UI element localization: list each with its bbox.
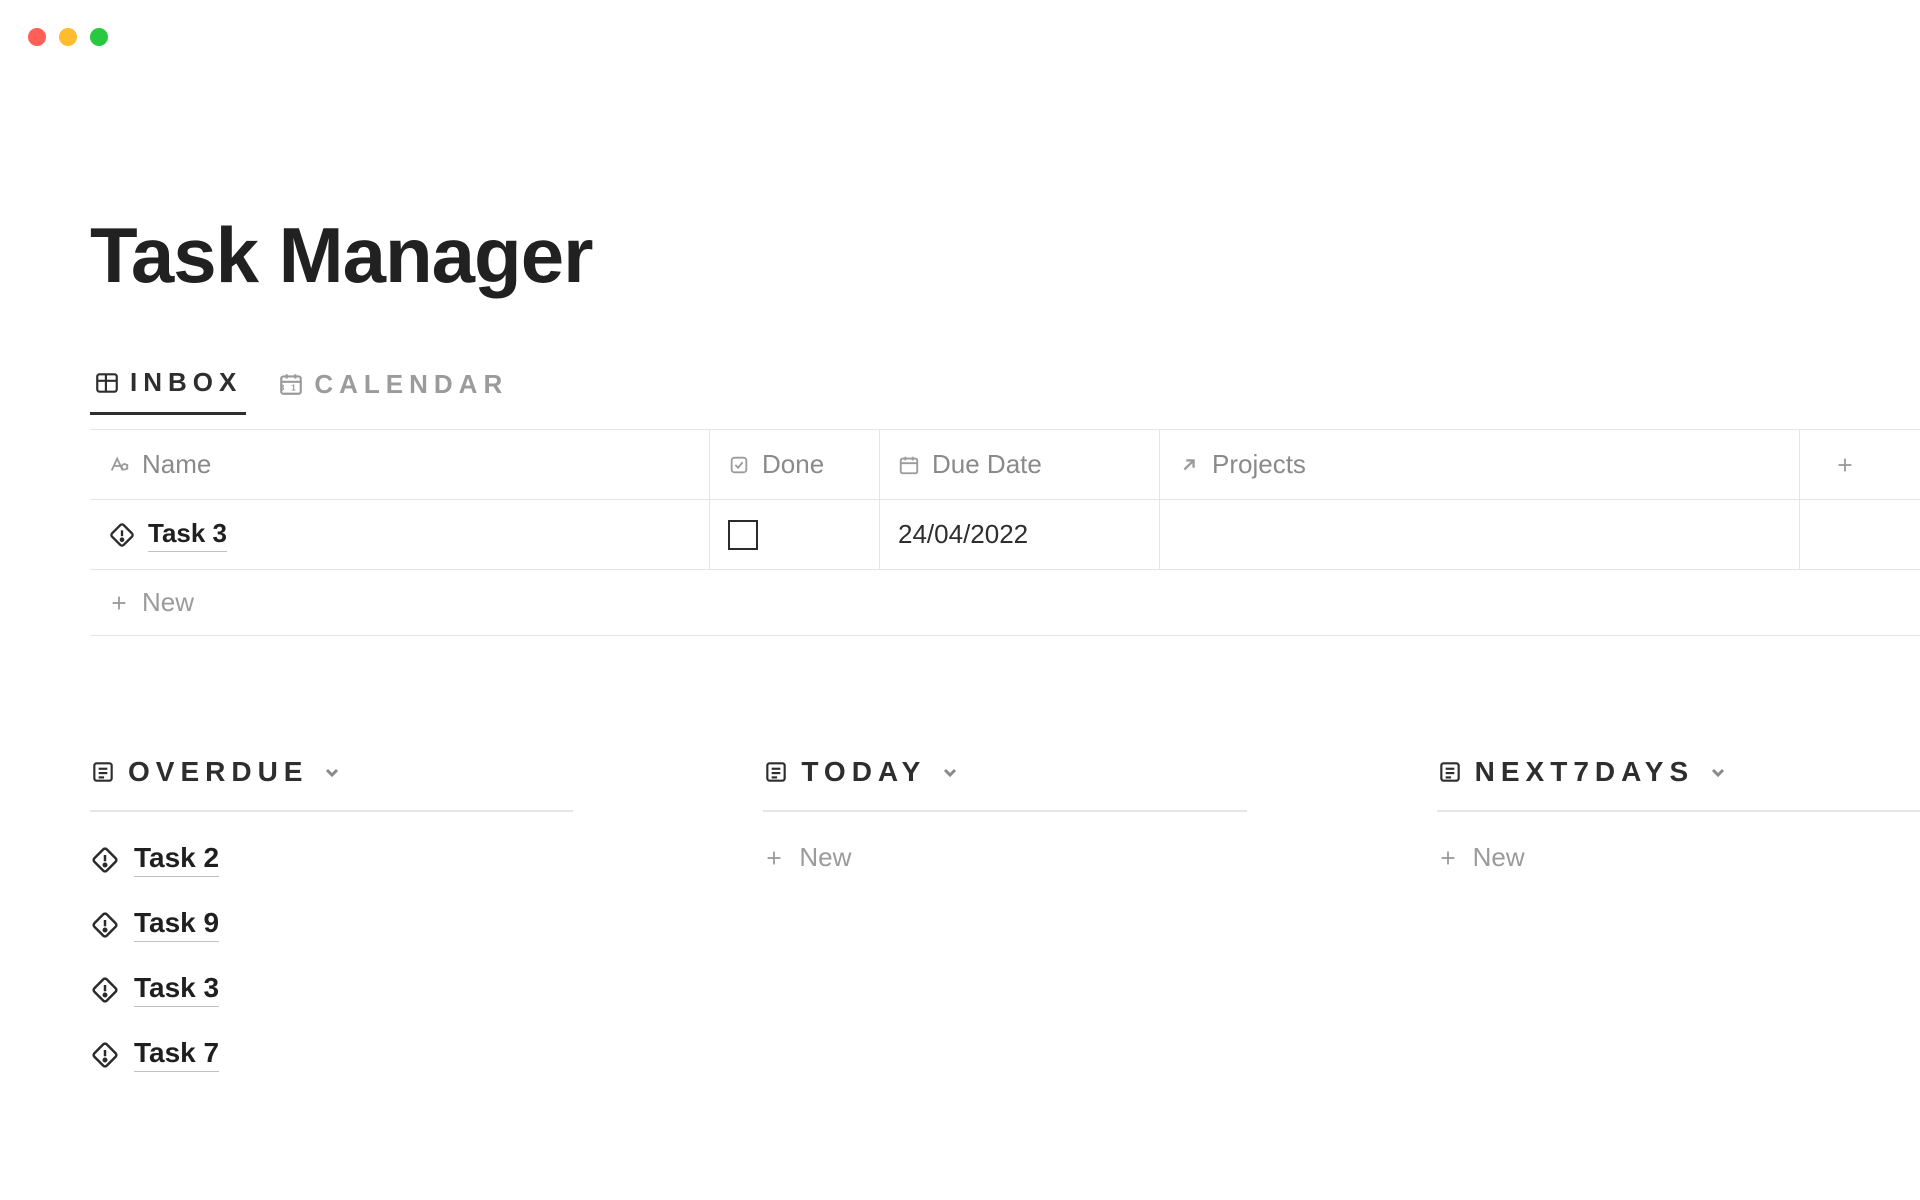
cell-projects[interactable] <box>1160 500 1800 569</box>
task-icon <box>90 910 120 940</box>
tab-calendar-label: CALENDAR <box>314 369 508 400</box>
column-header-due-label: Due Date <box>932 449 1042 480</box>
new-row-label: New <box>142 587 194 618</box>
board-overdue: OVERDUE Task 2 <box>90 756 573 1072</box>
column-header-name[interactable]: Name <box>90 430 710 499</box>
task-icon <box>90 975 120 1005</box>
text-icon <box>108 454 130 476</box>
task-name[interactable]: Task 9 <box>134 907 219 942</box>
board-today-header[interactable]: TODAY <box>763 756 1246 812</box>
list-item[interactable]: Task 7 <box>90 1037 573 1072</box>
task-name[interactable]: Task 7 <box>134 1037 219 1072</box>
plus-icon <box>108 592 130 614</box>
inbox-table: Name Done D <box>90 429 1920 636</box>
date-icon <box>898 454 920 476</box>
due-date-value: 24/04/2022 <box>898 519 1028 550</box>
window-close-button[interactable] <box>28 28 46 46</box>
calendar-icon: 31 <box>278 371 304 397</box>
list-icon <box>1437 759 1463 785</box>
board-next7days-new[interactable]: New <box>1437 842 1920 873</box>
board-overdue-list: Task 2 Task 9 <box>90 842 573 1072</box>
done-checkbox[interactable] <box>728 520 758 550</box>
cell-trailing <box>1800 500 1890 569</box>
checkbox-icon <box>728 454 750 476</box>
column-header-done-label: Done <box>762 449 824 480</box>
task-icon <box>108 521 136 549</box>
task-name[interactable]: Task 3 <box>134 972 219 1007</box>
boards: OVERDUE Task 2 <box>90 756 1920 1072</box>
window-minimize-button[interactable] <box>59 28 77 46</box>
tab-inbox[interactable]: INBOX <box>90 361 246 415</box>
board-next7days-title: NEXT7DAYS <box>1475 756 1694 788</box>
board-next7days: NEXT7DAYS New <box>1437 756 1920 1072</box>
window-controls <box>28 28 108 46</box>
board-today: TODAY New <box>763 756 1246 1072</box>
list-item[interactable]: Task 9 <box>90 907 573 942</box>
add-column-button[interactable] <box>1800 430 1890 499</box>
list-icon <box>90 759 116 785</box>
list-item[interactable]: Task 2 <box>90 842 573 877</box>
board-today-title: TODAY <box>801 756 926 788</box>
board-next7days-header[interactable]: NEXT7DAYS <box>1437 756 1920 812</box>
new-row-button[interactable]: New <box>90 570 1920 636</box>
plus-icon <box>1437 847 1459 869</box>
column-header-done[interactable]: Done <box>710 430 880 499</box>
cell-name[interactable]: Task 3 <box>90 500 710 569</box>
column-header-name-label: Name <box>142 449 211 480</box>
chevron-down-icon <box>320 760 344 784</box>
cell-due[interactable]: 24/04/2022 <box>880 500 1160 569</box>
column-header-projects-label: Projects <box>1212 449 1306 480</box>
chevron-down-icon <box>1706 760 1730 784</box>
page-title: Task Manager <box>90 210 1920 301</box>
plus-icon <box>763 847 785 869</box>
chevron-down-icon <box>938 760 962 784</box>
task-icon <box>90 1040 120 1070</box>
board-overdue-title: OVERDUE <box>128 756 308 788</box>
list-icon <box>763 759 789 785</box>
task-name[interactable]: Task 3 <box>148 518 227 552</box>
relation-icon <box>1178 454 1200 476</box>
board-next7days-new-label: New <box>1473 842 1525 873</box>
plus-icon <box>1834 454 1856 476</box>
column-header-projects[interactable]: Projects <box>1160 430 1800 499</box>
cell-done[interactable] <box>710 500 880 569</box>
task-name[interactable]: Task 2 <box>134 842 219 877</box>
table-icon <box>94 370 120 396</box>
board-today-new[interactable]: New <box>763 842 1246 873</box>
task-icon <box>90 845 120 875</box>
table-header-row: Name Done D <box>90 430 1920 500</box>
column-header-due[interactable]: Due Date <box>880 430 1160 499</box>
view-tabs: INBOX 31 CALENDAR <box>90 361 1920 415</box>
tab-calendar[interactable]: 31 CALENDAR <box>274 363 512 414</box>
list-item[interactable]: Task 3 <box>90 972 573 1007</box>
svg-text:31: 31 <box>280 383 303 393</box>
board-overdue-header[interactable]: OVERDUE <box>90 756 573 812</box>
window-zoom-button[interactable] <box>90 28 108 46</box>
board-today-new-label: New <box>799 842 851 873</box>
tab-inbox-label: INBOX <box>130 367 242 398</box>
table-row[interactable]: Task 3 24/04/2022 <box>90 500 1920 570</box>
